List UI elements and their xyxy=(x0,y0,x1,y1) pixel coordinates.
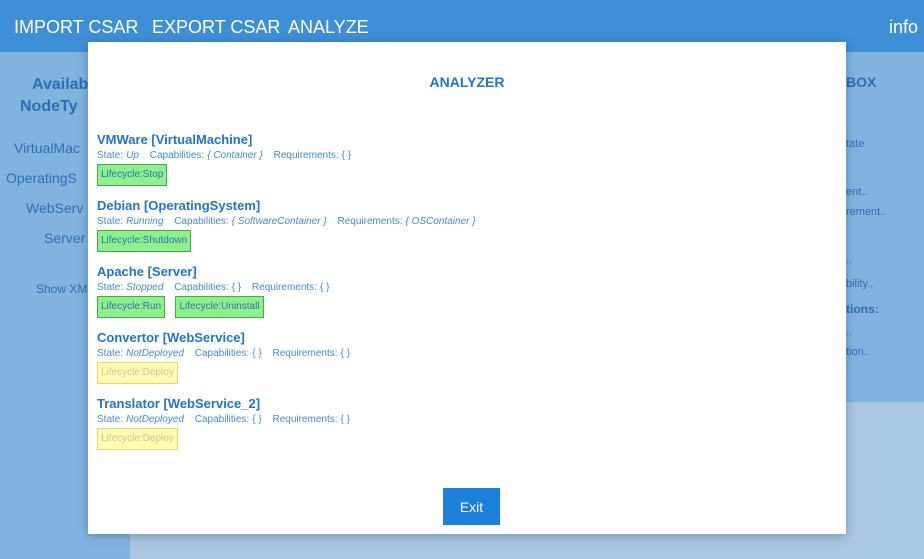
box-item: bility.. xyxy=(846,278,874,290)
node-name: Debian [OperatingSystem] xyxy=(97,198,261,213)
box-item: tions: xyxy=(846,302,879,316)
node-meta: State: NotDeployed Capabilities:{ } Requi… xyxy=(97,414,350,425)
info-menu[interactable]: info xyxy=(889,17,918,38)
state-label: State: xyxy=(97,150,124,161)
panel-title: Availab NodeTy xyxy=(20,76,89,115)
node-requirements: { OSContainer } xyxy=(405,216,476,227)
box-item: .. xyxy=(846,254,853,266)
node-meta: State: NotDeployed Capabilities:{ } Requi… xyxy=(97,348,350,359)
box-title: BOX xyxy=(846,74,877,90)
requirements-label: Requirements: xyxy=(251,282,317,293)
modal-title: ANALYZER xyxy=(429,74,505,90)
import-csar-menu[interactable]: IMPORT CSAR xyxy=(14,17,138,38)
requirements-label: Requirements: xyxy=(272,414,338,425)
nodetype-item[interactable]: OperatingS xyxy=(6,170,77,186)
node-actions: Lifecycle:Deploy xyxy=(97,428,350,450)
lifecycle-deploy-button[interactable]: Lifecycle:Deploy xyxy=(97,428,178,450)
state-label: State: xyxy=(97,216,124,227)
node-requirements: { } xyxy=(340,414,350,425)
node-state: Up xyxy=(126,150,139,161)
node-name: VMWare [VirtualMachine] xyxy=(97,132,253,147)
capabilities-label: Capabilities: xyxy=(149,150,205,161)
export-csar-menu[interactable]: EXPORT CSAR xyxy=(152,17,280,38)
node-entry: Apache [Server] State: Stopped Capabiliti… xyxy=(97,264,329,318)
node-name: Translator [WebService_2] xyxy=(97,396,261,411)
node-name: Apache [Server] xyxy=(97,264,197,279)
requirements-label: Requirements: xyxy=(272,348,338,359)
node-entry: Translator [WebService_2] State: NotDeplo… xyxy=(97,396,350,450)
lifecycle-deploy-button[interactable]: Lifecycle:Deploy xyxy=(97,362,178,384)
node-capabilities: { } xyxy=(252,414,262,425)
capabilities-label: Capabilities: xyxy=(174,282,229,293)
state-label: State: xyxy=(97,414,124,425)
capabilities-label: Capabilities: xyxy=(194,348,250,359)
node-actions: Lifecycle:Run Lifecycle:Uninstall xyxy=(97,296,329,318)
requirements-label: Requirements: xyxy=(337,216,403,227)
analyzer-modal: ANALYZER VMWare [VirtualMachine] State: U… xyxy=(88,42,846,534)
nodetype-item[interactable]: VirtualMac xyxy=(14,140,80,156)
node-entry: Debian [OperatingSystem] State: Running C… xyxy=(97,198,476,252)
exit-button[interactable]: Exit xyxy=(443,488,500,525)
node-meta: State: Running Capabilities:{ SoftwareCon… xyxy=(97,216,476,227)
analyze-menu[interactable]: ANALYZE xyxy=(288,17,369,38)
state-label: State: xyxy=(97,348,124,359)
capabilities-label: Capabilities: xyxy=(194,414,250,425)
node-capabilities: { SoftwareContainer } xyxy=(231,216,327,227)
nodetype-item[interactable]: Server xyxy=(44,230,85,246)
nodetype-item[interactable]: WebServ xyxy=(26,200,83,216)
box-item: ent.. xyxy=(846,186,868,198)
node-capabilities: { Container } xyxy=(207,150,263,161)
requirements-label: Requirements: xyxy=(273,150,339,161)
node-entry: Convertor [WebService] State: NotDeployed… xyxy=(97,330,350,384)
box-item: rement.. xyxy=(846,206,887,218)
node-actions: Lifecycle:Deploy xyxy=(97,362,350,384)
node-actions: Lifecycle:Stop xyxy=(97,164,351,186)
node-state: Running xyxy=(126,216,164,227)
node-entry: VMWare [VirtualMachine] State: Up Capabil… xyxy=(97,132,351,186)
node-requirements: { } xyxy=(319,282,330,293)
node-state: NotDeployed xyxy=(126,348,184,359)
node-state: Stopped xyxy=(126,282,164,293)
node-capabilities: { } xyxy=(231,282,242,293)
node-name: Convertor [WebService] xyxy=(97,330,245,345)
lifecycle-stop-button[interactable]: Lifecycle:Stop xyxy=(97,164,168,186)
node-state: NotDeployed xyxy=(126,414,184,425)
lifecycle-shutdown-button[interactable]: Lifecycle:Shutdown xyxy=(97,230,192,252)
box-item: tion.. xyxy=(846,346,870,358)
node-capabilities: { } xyxy=(252,348,262,359)
capabilities-label: Capabilities: xyxy=(174,216,229,227)
node-requirements: { } xyxy=(340,348,350,359)
lifecycle-run-button[interactable]: Lifecycle:Run xyxy=(97,296,166,318)
box-item: .. xyxy=(846,326,853,338)
state-label: State: xyxy=(97,282,124,293)
right-box-panel: BOX tate ent.. rement.. .. bility.. tion… xyxy=(846,52,924,402)
node-actions: Lifecycle:Shutdown xyxy=(97,230,476,252)
node-requirements: { } xyxy=(341,150,352,161)
lifecycle-uninstall-button[interactable]: Lifecycle:Uninstall xyxy=(175,296,264,318)
show-xml-link[interactable]: Show XM xyxy=(36,282,87,296)
node-meta: State: Stopped Capabilities:{ } Requireme… xyxy=(97,282,329,293)
box-item: tate xyxy=(846,138,865,150)
node-meta: State: Up Capabilities:{ Container } Requ… xyxy=(97,150,351,161)
